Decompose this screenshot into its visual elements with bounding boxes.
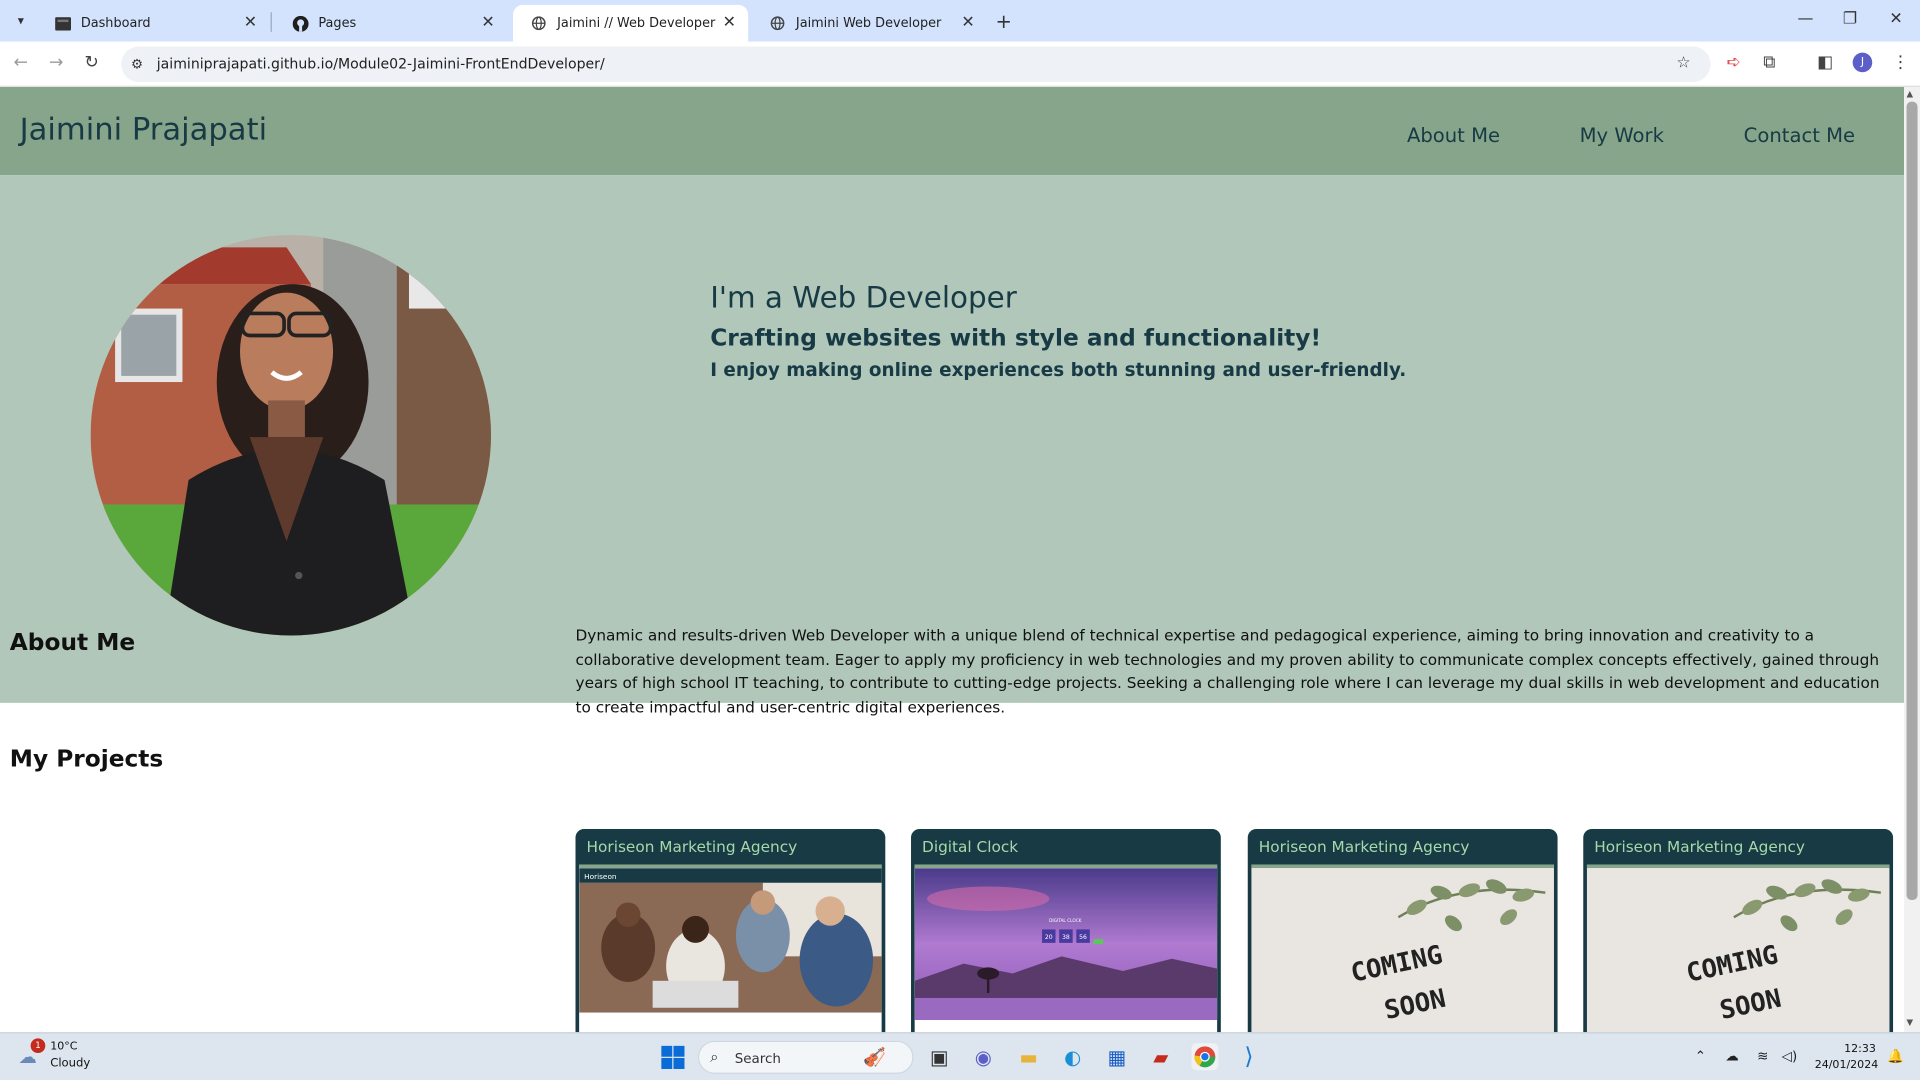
weather-temperature[interactable]: 10°C	[50, 1041, 77, 1053]
my-projects-heading: My Projects	[9, 745, 164, 773]
windows-start-icon[interactable]	[659, 1043, 686, 1070]
project-thumbnail-coming-soon[interactable]: COMING SOON	[1251, 864, 1554, 1033]
thumb-clock-minutes: 38	[1062, 934, 1070, 941]
globe-icon	[769, 15, 786, 32]
bookmark-star-icon[interactable]: ☆	[1676, 54, 1690, 72]
scroll-up-arrow-icon[interactable]: ▲	[1907, 89, 1914, 99]
thumb-clock-title: DIGITAL CLOCK	[1049, 918, 1082, 924]
thumb-clock-hours: 20	[1045, 934, 1053, 941]
tab-search-chevron-icon[interactable]: ▾	[9, 9, 33, 33]
close-window-icon[interactable]: ✕	[1889, 10, 1902, 28]
close-tab-icon[interactable]: ✕	[723, 13, 736, 31]
address-bar[interactable]: ⚙ jaiminiprajapati.github.io/Module02-Ja…	[121, 46, 1711, 83]
volume-icon[interactable]: ◁)	[1782, 1048, 1798, 1064]
browser-tab-bar: ▾ Dashboard ✕ Pages ✕ Jaimini // Web Dev…	[0, 0, 1920, 42]
about-me-text: Dynamic and results-driven Web Developer…	[575, 625, 1880, 717]
github-icon	[291, 15, 308, 32]
tab-jaimini-web-developer-active[interactable]: Jaimini // Web Developer ✕	[513, 4, 749, 42]
wifi-icon[interactable]: ≋	[1757, 1048, 1768, 1064]
browser-toolbar: ← → ↻ ⚙ jaiminiprajapati.github.io/Modul…	[0, 41, 1920, 87]
project-card-title: Horiseon Marketing Agency	[586, 837, 798, 856]
task-view-icon[interactable]: ▣	[926, 1043, 953, 1070]
web-page: Jaimini Prajapati About Me My Work Conta…	[0, 86, 1905, 1033]
edge-browser-icon[interactable]: ◐	[1059, 1043, 1086, 1070]
tab-divider	[270, 12, 272, 32]
project-card[interactable]: Digital Clock DIGITAL CLOCK 20 38 56	[911, 828, 1221, 1033]
site-title: Jaimini Prajapati	[19, 111, 268, 147]
project-thumbnail-horiseon[interactable]: Horiseon	[579, 864, 882, 1033]
chrome-icon[interactable]	[1191, 1043, 1219, 1071]
thumb-clock-seconds: 56	[1079, 934, 1087, 941]
project-card-title: Horiseon Marketing Agency	[1594, 837, 1805, 856]
extension-red-icon[interactable]: ➪	[1727, 53, 1741, 73]
dashboard-favicon-icon	[54, 15, 71, 32]
windows-taskbar: ☁ 1 10°C Cloudy ⌕ Search 🎻 ▣ ◉ ▬ ◐ ▦ ▰ ⟩…	[0, 1032, 1920, 1080]
back-arrow-icon[interactable]: ←	[13, 53, 27, 73]
nav-contact-me[interactable]: Contact Me	[1744, 124, 1855, 147]
project-card-title: Digital Clock	[922, 837, 1019, 856]
profile-avatar[interactable]: J	[1852, 52, 1873, 73]
clock-date: 24/01/2024	[1814, 1059, 1879, 1072]
url-text: jaiminiprajapati.github.io/Module02-Jaim…	[156, 55, 605, 73]
project-card[interactable]: Horiseon Marketing Agency COMING SOON	[1583, 828, 1894, 1033]
hero-tagline: I enjoy making online experiences both s…	[710, 358, 1407, 381]
nav-about-me[interactable]: About Me	[1407, 124, 1500, 147]
new-tab-plus-icon[interactable]: +	[996, 10, 1012, 33]
weather-badge: 1	[30, 1038, 46, 1054]
close-tab-icon[interactable]: ✕	[481, 13, 494, 31]
project-thumbnail-digital-clock[interactable]: DIGITAL CLOCK 20 38 56	[914, 864, 1218, 1033]
tab-title: Pages	[318, 15, 357, 31]
search-icon: ⌕	[710, 1048, 719, 1066]
globe-icon	[530, 15, 547, 32]
reload-icon[interactable]: ↻	[84, 53, 98, 73]
project-thumbnail-coming-soon[interactable]: COMING SOON	[1586, 864, 1890, 1033]
forward-arrow-icon[interactable]: →	[49, 53, 63, 73]
site-info-icon[interactable]: ⚙	[131, 56, 143, 72]
about-me-heading: About Me	[9, 629, 136, 657]
profile-photo	[90, 235, 492, 636]
project-card[interactable]: Horiseon Marketing Agency COMING SOON	[1247, 828, 1558, 1033]
page-scrollbar[interactable]: ▲ ▼	[1904, 86, 1920, 1033]
site-header: Jaimini Prajapati About Me My Work Conta…	[0, 86, 1905, 176]
weather-condition[interactable]: Cloudy	[50, 1057, 90, 1070]
microsoft-store-icon[interactable]: ▦	[1103, 1043, 1130, 1070]
notifications-bell-icon[interactable]: 🔔	[1887, 1048, 1904, 1064]
tab-pages[interactable]: Pages ✕	[274, 5, 507, 42]
close-tab-icon[interactable]: ✕	[961, 13, 974, 31]
tab-dashboard[interactable]: Dashboard ✕	[37, 5, 270, 42]
show-hidden-icons-chevron-icon[interactable]: ⌃	[1695, 1048, 1706, 1064]
hero-heading: I'm a Web Developer	[710, 280, 1017, 315]
side-panel-icon[interactable]: ◧	[1817, 53, 1833, 73]
taskbar-search-box[interactable]: ⌕ Search 🎻	[697, 1040, 914, 1074]
project-card-title: Horiseon Marketing Agency	[1258, 837, 1470, 856]
extensions-puzzle-icon[interactable]: ⧉	[1763, 53, 1775, 73]
onedrive-cloud-icon[interactable]: ☁	[1725, 1048, 1738, 1064]
search-placeholder: Search	[734, 1050, 781, 1067]
scrollbar-thumb[interactable]	[1906, 101, 1918, 901]
scroll-down-arrow-icon[interactable]: ▼	[1907, 1018, 1914, 1028]
teams-chat-icon[interactable]: ◉	[970, 1043, 997, 1070]
tab-jaimini-web-developer[interactable]: Jaimini Web Developer ✕	[752, 5, 987, 42]
file-explorer-icon[interactable]: ▬	[1015, 1043, 1042, 1070]
taskbar-clock[interactable]: 12:33 24/01/2024	[1814, 1042, 1879, 1074]
terminal-app-icon[interactable]: ▰	[1147, 1043, 1174, 1070]
hero-subheading: Crafting websites with style and functio…	[710, 324, 1322, 352]
close-tab-icon[interactable]: ✕	[244, 13, 257, 31]
tab-title: Dashboard	[80, 15, 151, 31]
chrome-menu-icon[interactable]: ⋮	[1892, 53, 1909, 73]
search-highlight-violin-icon: 🎻	[863, 1045, 887, 1068]
minimize-icon[interactable]: —	[1798, 10, 1814, 28]
vscode-icon[interactable]: ⟩	[1236, 1043, 1263, 1070]
project-card[interactable]: Horiseon Marketing Agency Horiseon	[575, 828, 886, 1033]
nav-my-work[interactable]: My Work	[1580, 124, 1664, 147]
tab-title: Jaimini Web Developer	[795, 15, 942, 31]
tab-title: Jaimini // Web Developer	[557, 15, 716, 31]
restore-icon[interactable]: ❐	[1843, 10, 1857, 28]
clock-time: 12:33	[1844, 1043, 1876, 1056]
thumb-brand-label: Horiseon	[584, 872, 617, 881]
